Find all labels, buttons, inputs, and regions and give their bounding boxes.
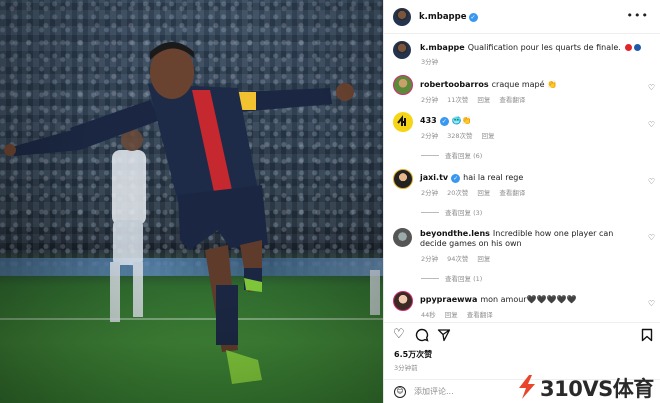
commenter-avatar[interactable] xyxy=(393,112,413,132)
commenter-username[interactable]: jaxi.tv xyxy=(420,173,448,182)
watermark: 310VS体育 xyxy=(516,372,660,403)
view-replies-link[interactable]: 查看回复 (1) xyxy=(421,273,482,283)
commenter-username[interactable]: ppypraewwa xyxy=(420,295,477,304)
caption-text: k.mbappe Qualification pour les quarts de… xyxy=(420,43,642,53)
comment-likes[interactable]: 20次赞 xyxy=(447,189,468,197)
post-time: 3分钟前 xyxy=(394,364,418,372)
comment-meta: 2分钟 11次赞 回复 查看翻译 xyxy=(421,96,526,104)
comment-text: beyondthe.lens Incredible how one player … xyxy=(420,229,614,248)
comment-item: jaxi.tv ✓ hai la real rege 2分钟 20次赞 回复 查看翻译 查… xyxy=(384,168,660,218)
reply-button[interactable]: 回复 xyxy=(477,255,490,263)
commenter-username[interactable]: beyondthe.lens xyxy=(420,229,490,238)
reply-button[interactable]: 回复 xyxy=(445,311,458,319)
comment-likes[interactable]: 94次赞 xyxy=(447,255,468,263)
comment-item: beyondthe.lens Incredible how one player … xyxy=(384,226,660,284)
share-icon[interactable] xyxy=(437,328,451,346)
post-header: k.mbappe ✓ ••• xyxy=(384,0,660,34)
commenter-avatar[interactable] xyxy=(393,169,413,189)
commenter-username[interactable]: robertoobarros xyxy=(420,80,489,89)
emoji-icon[interactable]: ☺ xyxy=(394,386,406,398)
commenter-avatar[interactable] xyxy=(393,228,412,247)
caption-time: 3分钟 xyxy=(421,58,439,66)
comment-meta: 44秒 回复 查看翻译 xyxy=(421,311,493,319)
translate-link[interactable]: 查看翻译 xyxy=(467,311,493,319)
post-photo[interactable] xyxy=(0,0,383,403)
author-username[interactable]: k.mbappe ✓ xyxy=(419,12,478,22)
translate-link[interactable]: 查看翻译 xyxy=(499,189,525,197)
commenter-username[interactable]: 433 xyxy=(420,116,437,125)
comment-icon[interactable] xyxy=(415,328,429,346)
heart-icon[interactable]: ♡ xyxy=(648,83,655,92)
comment-likes[interactable]: 11次赞 xyxy=(447,96,468,104)
view-replies-link[interactable]: 查看回复 (6) xyxy=(421,150,482,160)
comment-meta: 2分钟 328次赞 回复 xyxy=(421,132,495,140)
comment-text: ppypraewwa mon amour🖤🖤🖤🖤🖤 xyxy=(420,295,577,304)
heart-icon[interactable]: ♡ xyxy=(648,177,655,186)
comment-meta: 2分钟 94次赞 回复 xyxy=(421,255,491,263)
flag-blue-dot xyxy=(634,44,642,51)
verified-icon: ✓ xyxy=(468,13,478,22)
heart-icon[interactable]: ♡ xyxy=(648,299,655,308)
comment-text: 433 ✓ 🥶👏 xyxy=(420,116,472,126)
comment-text: jaxi.tv ✓ hai la real rege xyxy=(420,173,524,183)
comment-item: 433 ✓ 🥶👏 2分钟 328次赞 回复 查看回复 (6) ♡ xyxy=(384,111,660,161)
more-icon[interactable]: ••• xyxy=(627,9,649,22)
post-actions: ♡ xyxy=(384,322,660,346)
comment-likes[interactable]: 328次赞 xyxy=(447,132,472,140)
reply-button[interactable]: 回复 xyxy=(477,189,490,197)
view-replies-link[interactable]: 查看回复 (3) xyxy=(421,207,482,217)
reply-button[interactable]: 回复 xyxy=(482,132,495,140)
comment-item: ppypraewwa mon amour🖤🖤🖤🖤🖤 44秒 回复 查看翻译 ♡ xyxy=(384,290,660,320)
heart-icon[interactable]: ♡ xyxy=(648,233,655,242)
watermark-text: 310VS体育 xyxy=(540,377,654,401)
translate-link[interactable]: 查看翻译 xyxy=(499,96,525,104)
comment-meta: 2分钟 20次赞 回复 查看翻译 xyxy=(421,189,526,197)
add-comment-input[interactable]: 添加评论... xyxy=(414,386,454,397)
flag-red-dot xyxy=(625,44,633,51)
photo-vignette xyxy=(0,0,383,403)
verified-icon: ✓ xyxy=(439,117,449,126)
like-count[interactable]: 6.5万次赞 xyxy=(394,349,432,360)
post-side-panel: k.mbappe ✓ ••• k.mbappe Qualification pour… xyxy=(383,0,660,403)
caption-avatar[interactable] xyxy=(393,41,411,59)
verified-icon: ✓ xyxy=(451,174,461,183)
caption-username[interactable]: k.mbappe xyxy=(420,43,465,52)
comment-item: robertoobarros craque mapé 👏 2分钟 11次赞 回复 查看翻… xyxy=(384,74,660,108)
comment-text: robertoobarros craque mapé 👏 xyxy=(420,80,558,89)
commenter-avatar[interactable] xyxy=(393,291,413,311)
reply-button[interactable]: 回复 xyxy=(477,96,490,104)
commenter-avatar[interactable] xyxy=(393,75,413,95)
heart-icon[interactable]: ♡ xyxy=(648,120,655,129)
author-avatar[interactable] xyxy=(393,8,411,26)
watermark-logo-icon xyxy=(519,375,535,399)
bookmark-icon[interactable] xyxy=(641,328,653,346)
post-caption: k.mbappe Qualification pour les quarts de… xyxy=(384,38,660,68)
heart-icon[interactable]: ♡ xyxy=(393,328,405,342)
